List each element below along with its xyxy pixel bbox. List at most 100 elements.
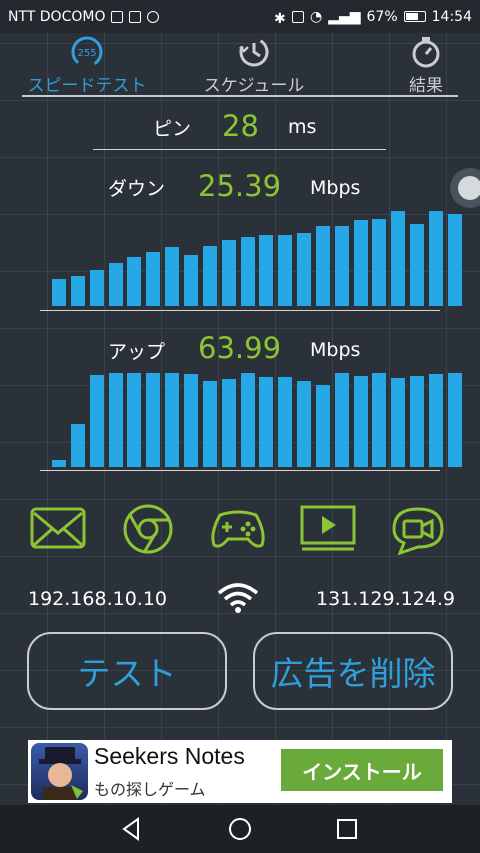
download-bar — [316, 226, 330, 306]
download-value: 25.39 — [198, 169, 282, 203]
speedometer-icon: 255 — [71, 36, 103, 68]
upload-bar — [448, 373, 462, 467]
tab-schedule[interactable]: スケジュール — [195, 35, 313, 96]
gamepad-icon — [211, 510, 265, 548]
download-bar — [410, 224, 424, 306]
notification-icon — [129, 10, 142, 23]
download-bar — [391, 211, 405, 306]
download-bar — [127, 257, 141, 306]
download-bar — [184, 255, 198, 306]
upload-bar — [165, 373, 179, 467]
download-unit: Mbps — [310, 177, 361, 199]
tab-speedtest[interactable]: 255 スピードテスト — [22, 35, 152, 96]
download-divider — [40, 310, 440, 311]
download-bar — [52, 279, 66, 306]
upload-bar — [297, 381, 311, 467]
tab-speedtest-label: スピードテスト — [27, 76, 147, 96]
chrome-icon — [123, 504, 173, 554]
download-bar — [71, 276, 85, 306]
ping-label: ピン — [153, 118, 192, 140]
upload-bar — [429, 374, 443, 467]
vibrate-icon — [291, 10, 304, 23]
battery-percent: 67% — [366, 8, 398, 25]
download-bar — [203, 246, 217, 306]
download-bar — [354, 220, 368, 306]
tab-results[interactable]: 結果 — [396, 35, 456, 96]
download-bar-chart — [52, 211, 462, 306]
download-bar — [335, 226, 349, 306]
navigation-bar — [0, 805, 480, 853]
mail-icon — [30, 507, 86, 549]
download-bar — [259, 235, 273, 306]
stopwatch-icon — [412, 37, 440, 68]
download-label: ダウン — [108, 178, 166, 200]
ad-banner[interactable]: Seekers Notes もの探しゲーム インストール — [28, 740, 452, 803]
download-bar — [146, 252, 160, 306]
upload-label: アップ — [108, 341, 166, 363]
svg-text:255: 255 — [77, 48, 96, 59]
upload-bar — [259, 377, 273, 467]
video-chat-icon — [392, 507, 444, 555]
upload-bar — [316, 385, 330, 467]
upload-bar — [222, 379, 236, 467]
download-bar — [372, 219, 386, 306]
upload-bar — [52, 460, 66, 467]
download-bar — [165, 247, 179, 306]
schedule-icon — [239, 37, 269, 67]
tab-divider — [22, 95, 458, 97]
upload-bar-chart — [52, 372, 462, 467]
upload-bar — [90, 375, 104, 467]
upload-bar — [184, 374, 198, 467]
ping-value: 28 — [222, 109, 259, 143]
upload-value: 63.99 — [198, 331, 282, 365]
upload-bar — [354, 376, 368, 467]
signal-icon: ▂▄▆ — [328, 8, 361, 25]
remove-ads-button[interactable]: 広告を削除 — [253, 632, 453, 710]
upload-bar — [410, 376, 424, 467]
status-bar: NTT DOCOMO ✱ ◔ ▂▄▆ 67% 14:54 — [0, 0, 480, 33]
download-bar — [109, 263, 123, 306]
upload-bar — [372, 373, 386, 467]
notification-icon — [111, 10, 124, 23]
download-bar — [222, 240, 236, 306]
upload-bar — [109, 373, 123, 467]
upload-bar — [71, 424, 85, 467]
clock: 14:54 — [431, 8, 472, 25]
test-button[interactable]: テスト — [27, 632, 227, 710]
download-bar — [448, 214, 462, 306]
video-player-icon — [300, 505, 356, 551]
upload-bar — [241, 373, 255, 467]
upload-unit: Mbps — [310, 339, 361, 361]
wifi-status-icon: ◔ — [309, 8, 323, 25]
ping-divider — [93, 149, 386, 150]
download-bar — [429, 211, 443, 306]
home-icon[interactable] — [226, 815, 254, 843]
download-bar — [241, 237, 255, 306]
scroll-handle[interactable] — [450, 168, 480, 208]
battery-icon — [403, 11, 426, 22]
install-button[interactable]: インストール — [281, 749, 443, 791]
activity-icons — [0, 503, 480, 563]
ad-title: Seekers Notes — [94, 743, 245, 769]
speedtest-app: 255 スピードテスト スケジュール 結果 ピン 28 ms ダウン 25.39… — [0, 33, 480, 805]
bluetooth-icon: ✱ — [273, 10, 286, 27]
tab-schedule-label: スケジュール — [203, 76, 305, 96]
recents-icon[interactable] — [333, 815, 361, 843]
upload-bar — [391, 378, 405, 467]
upload-bar — [278, 377, 292, 467]
upload-divider — [40, 470, 440, 471]
download-bar — [90, 270, 104, 306]
tab-bar: 255 スピードテスト スケジュール 結果 — [0, 33, 480, 97]
download-bar — [297, 233, 311, 306]
local-ip: 192.168.10.10 — [28, 588, 168, 610]
wifi-icon — [217, 583, 259, 613]
upload-bar — [146, 373, 160, 467]
download-bar — [278, 235, 292, 306]
cloud-icon — [147, 10, 160, 23]
tab-results-label: 結果 — [409, 76, 443, 96]
upload-bar — [203, 381, 217, 467]
ad-subtitle: もの探しゲーム — [94, 780, 206, 799]
upload-bar — [127, 373, 141, 467]
server-ip: 131.129.124.9 — [316, 588, 456, 610]
back-icon[interactable] — [118, 815, 146, 843]
